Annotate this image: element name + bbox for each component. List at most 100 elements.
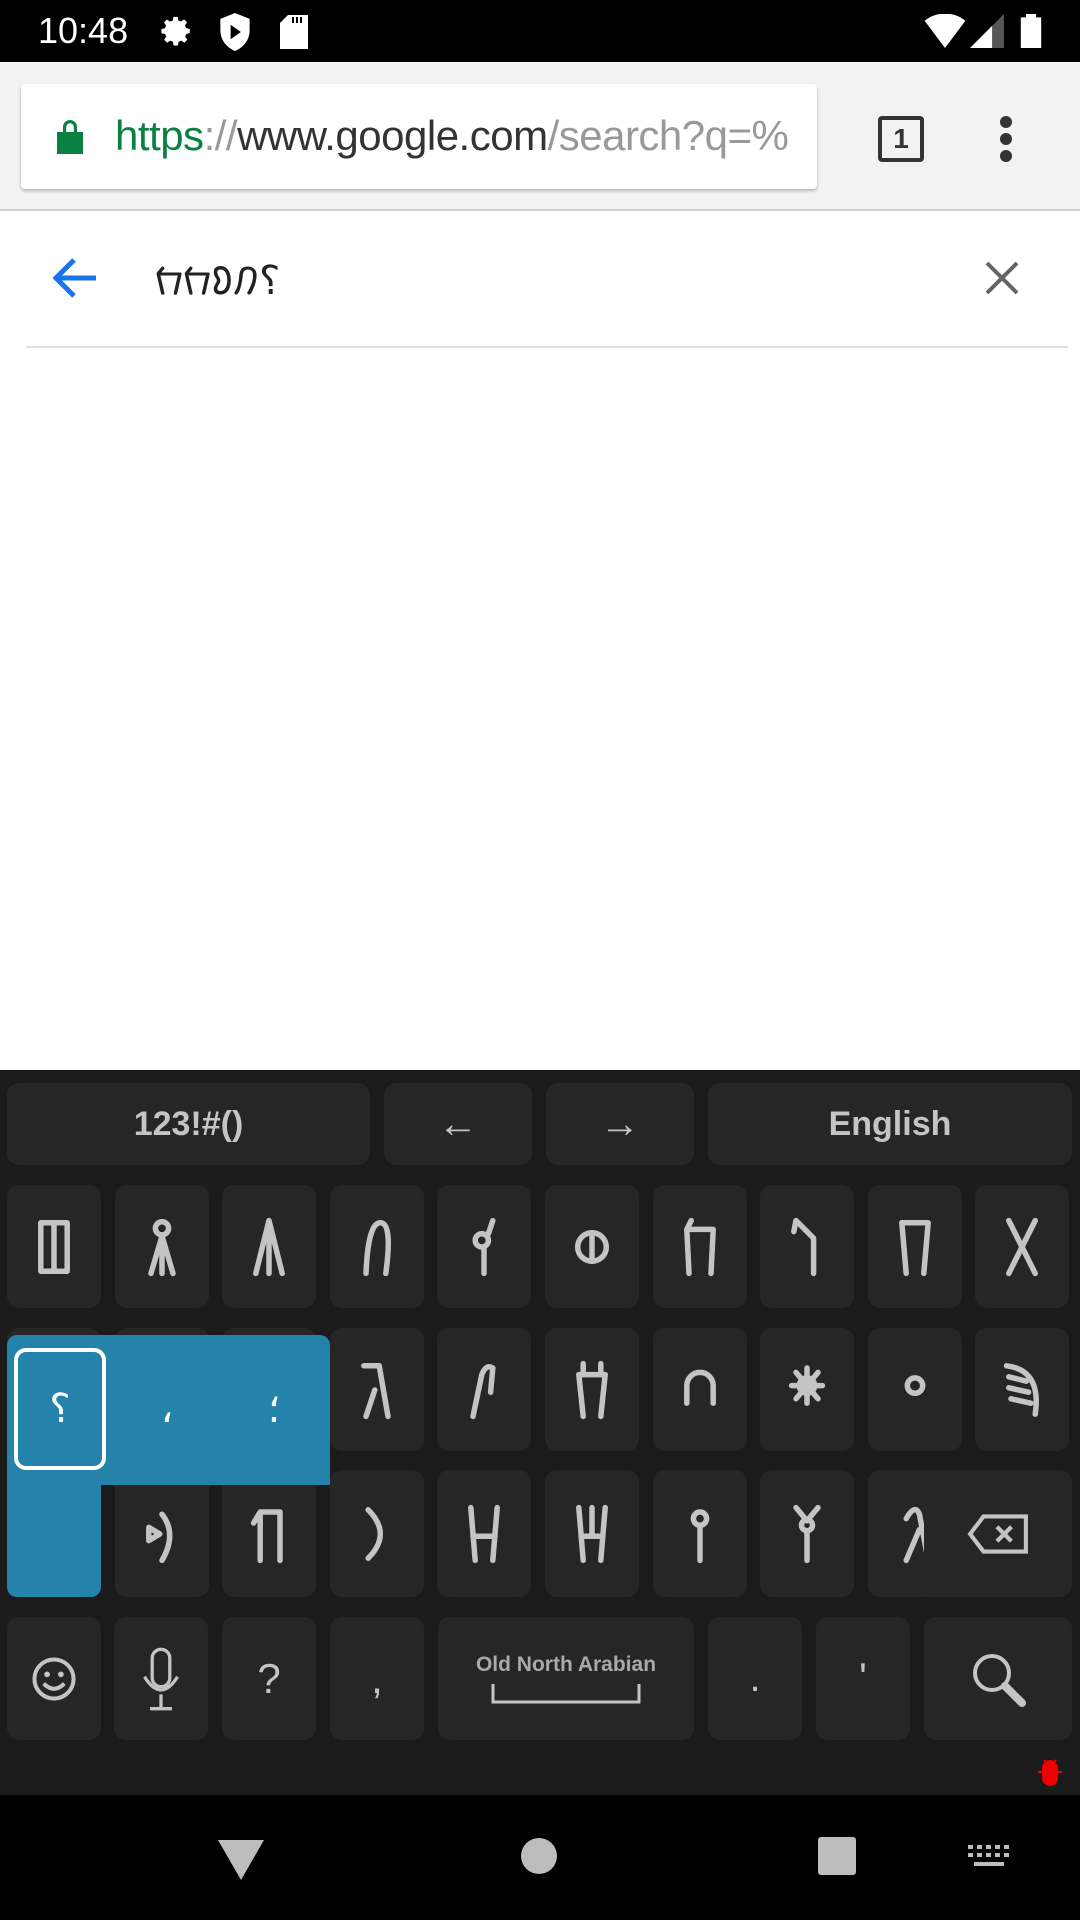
battery-icon: [1020, 14, 1042, 48]
navigation-bar: [0, 1795, 1080, 1920]
emoji-key[interactable]: [7, 1617, 101, 1740]
period-key[interactable]: .: [708, 1617, 802, 1740]
status-bar: 10:48: [0, 0, 1080, 62]
home-nav-icon[interactable]: [520, 1837, 558, 1875]
backspace-key[interactable]: [924, 1470, 1072, 1597]
keyboard: 123!#() ← → English ؟ ، ؛ ? , Old North Ar…: [0, 1070, 1080, 1795]
voice-input-key[interactable]: [114, 1617, 208, 1740]
letter-glyph: [791, 1217, 817, 1276]
letter-glyph: [468, 1504, 501, 1563]
shield-play-icon: [220, 13, 250, 51]
letter-key[interactable]: [437, 1470, 532, 1597]
letter-glyph: [898, 1219, 931, 1276]
letter-key[interactable]: [329, 1185, 424, 1308]
letter-key[interactable]: [545, 1328, 639, 1451]
letter-glyph: [574, 1229, 610, 1264]
search-input[interactable]: ؟𐪃𐪔𐪋𐪋: [155, 251, 280, 306]
more-menu-icon[interactable]: [996, 114, 1016, 164]
letter-key[interactable]: [222, 1470, 317, 1597]
back-arrow-icon[interactable]: [52, 257, 98, 299]
search-bar: ؟𐪃𐪔𐪋𐪋: [0, 211, 1080, 348]
letter-glyph: [789, 1364, 826, 1406]
letter-key[interactable]: [222, 1185, 317, 1308]
url-path: /search?q=%: [547, 112, 789, 159]
popup-option[interactable]: ؛: [228, 1348, 320, 1470]
letter-glyph: [251, 1508, 283, 1563]
bug-icon: [1038, 1759, 1062, 1786]
url-separator: ://: [203, 112, 238, 159]
clear-icon[interactable]: [984, 260, 1020, 296]
letter-key[interactable]: [760, 1470, 855, 1597]
sd-card-icon: [280, 15, 308, 49]
letter-key[interactable]: [975, 1328, 1070, 1451]
lock-icon: [57, 120, 83, 154]
letter-glyph: [145, 1510, 173, 1563]
letter-key[interactable]: [652, 1470, 747, 1597]
microphone-icon: [143, 1647, 179, 1710]
recents-nav-icon[interactable]: [818, 1837, 856, 1875]
smiley-icon: [32, 1656, 76, 1701]
browser-toolbar: https://www.google.com/search?q=% 1: [0, 62, 1080, 211]
wifi-icon: [924, 14, 966, 48]
letter-key[interactable]: [867, 1185, 962, 1308]
letter-glyph: [576, 1360, 608, 1419]
cursor-left-key[interactable]: ←: [384, 1083, 532, 1165]
comma-key[interactable]: ,: [330, 1617, 424, 1740]
letter-key[interactable]: [437, 1328, 532, 1451]
backspace-icon: [967, 1513, 1028, 1554]
apostrophe-key[interactable]: ': [816, 1617, 910, 1740]
letter-glyph: [904, 1374, 926, 1396]
space-key[interactable]: Old North Arabian: [438, 1617, 694, 1740]
letter-glyph: [683, 1369, 716, 1406]
signal-icon: [970, 14, 1004, 48]
letter-key[interactable]: [329, 1470, 424, 1597]
letter-key[interactable]: [652, 1328, 747, 1451]
letter-key[interactable]: [760, 1328, 855, 1451]
letter-glyph: [576, 1504, 608, 1563]
pressed-key-highlight: [7, 1470, 101, 1597]
divider: [26, 346, 1068, 348]
letter-key[interactable]: [437, 1185, 532, 1308]
letter-key[interactable]: [760, 1185, 855, 1308]
letter-key[interactable]: [545, 1185, 639, 1308]
letter-key[interactable]: [652, 1185, 747, 1308]
search-icon: [973, 1653, 1026, 1707]
letter-glyph: [690, 1508, 709, 1563]
cursor-right-key[interactable]: →: [546, 1083, 694, 1165]
letter-glyph: [793, 1504, 821, 1563]
url-text[interactable]: https://www.google.com/search?q=%: [115, 112, 789, 160]
clock: 10:48: [38, 10, 129, 51]
search-key[interactable]: [924, 1617, 1072, 1740]
letter-key[interactable]: [114, 1185, 209, 1308]
letter-glyph: [470, 1363, 496, 1419]
letter-glyph: [365, 1506, 383, 1561]
letter-glyph: [1006, 1217, 1039, 1276]
keyboard-switch-icon[interactable]: [968, 1845, 1010, 1869]
language-key[interactable]: English: [708, 1083, 1072, 1165]
url-host: www.google.com: [237, 112, 548, 159]
letter-glyph: [683, 1217, 716, 1276]
url-bar[interactable]: https://www.google.com/search?q=%: [21, 84, 817, 189]
popup-option[interactable]: ؟: [14, 1348, 106, 1470]
symbols-key[interactable]: 123!#(): [7, 1083, 370, 1165]
url-scheme: https: [115, 112, 204, 159]
letter-glyph: [472, 1217, 496, 1276]
letter-key[interactable]: [975, 1185, 1070, 1308]
letter-glyph: [147, 1218, 176, 1276]
popup-option[interactable]: ،: [121, 1348, 213, 1470]
tab-switcher-button[interactable]: 1: [878, 116, 924, 162]
letter-glyph: [360, 1362, 391, 1419]
letter-key[interactable]: [867, 1328, 962, 1451]
question-key[interactable]: ?: [222, 1617, 316, 1740]
letter-key[interactable]: [329, 1328, 424, 1451]
letter-key[interactable]: [7, 1185, 101, 1308]
space-bar-icon: [491, 1683, 641, 1703]
back-nav-icon[interactable]: [218, 1840, 264, 1880]
gear-icon: [161, 16, 190, 46]
letter-glyph: [38, 1219, 70, 1274]
letter-glyph: [253, 1217, 286, 1276]
letter-key[interactable]: [114, 1470, 209, 1597]
letter-key[interactable]: [545, 1470, 639, 1597]
letter-glyph: [1004, 1362, 1040, 1417]
letter-glyph: [363, 1219, 391, 1276]
